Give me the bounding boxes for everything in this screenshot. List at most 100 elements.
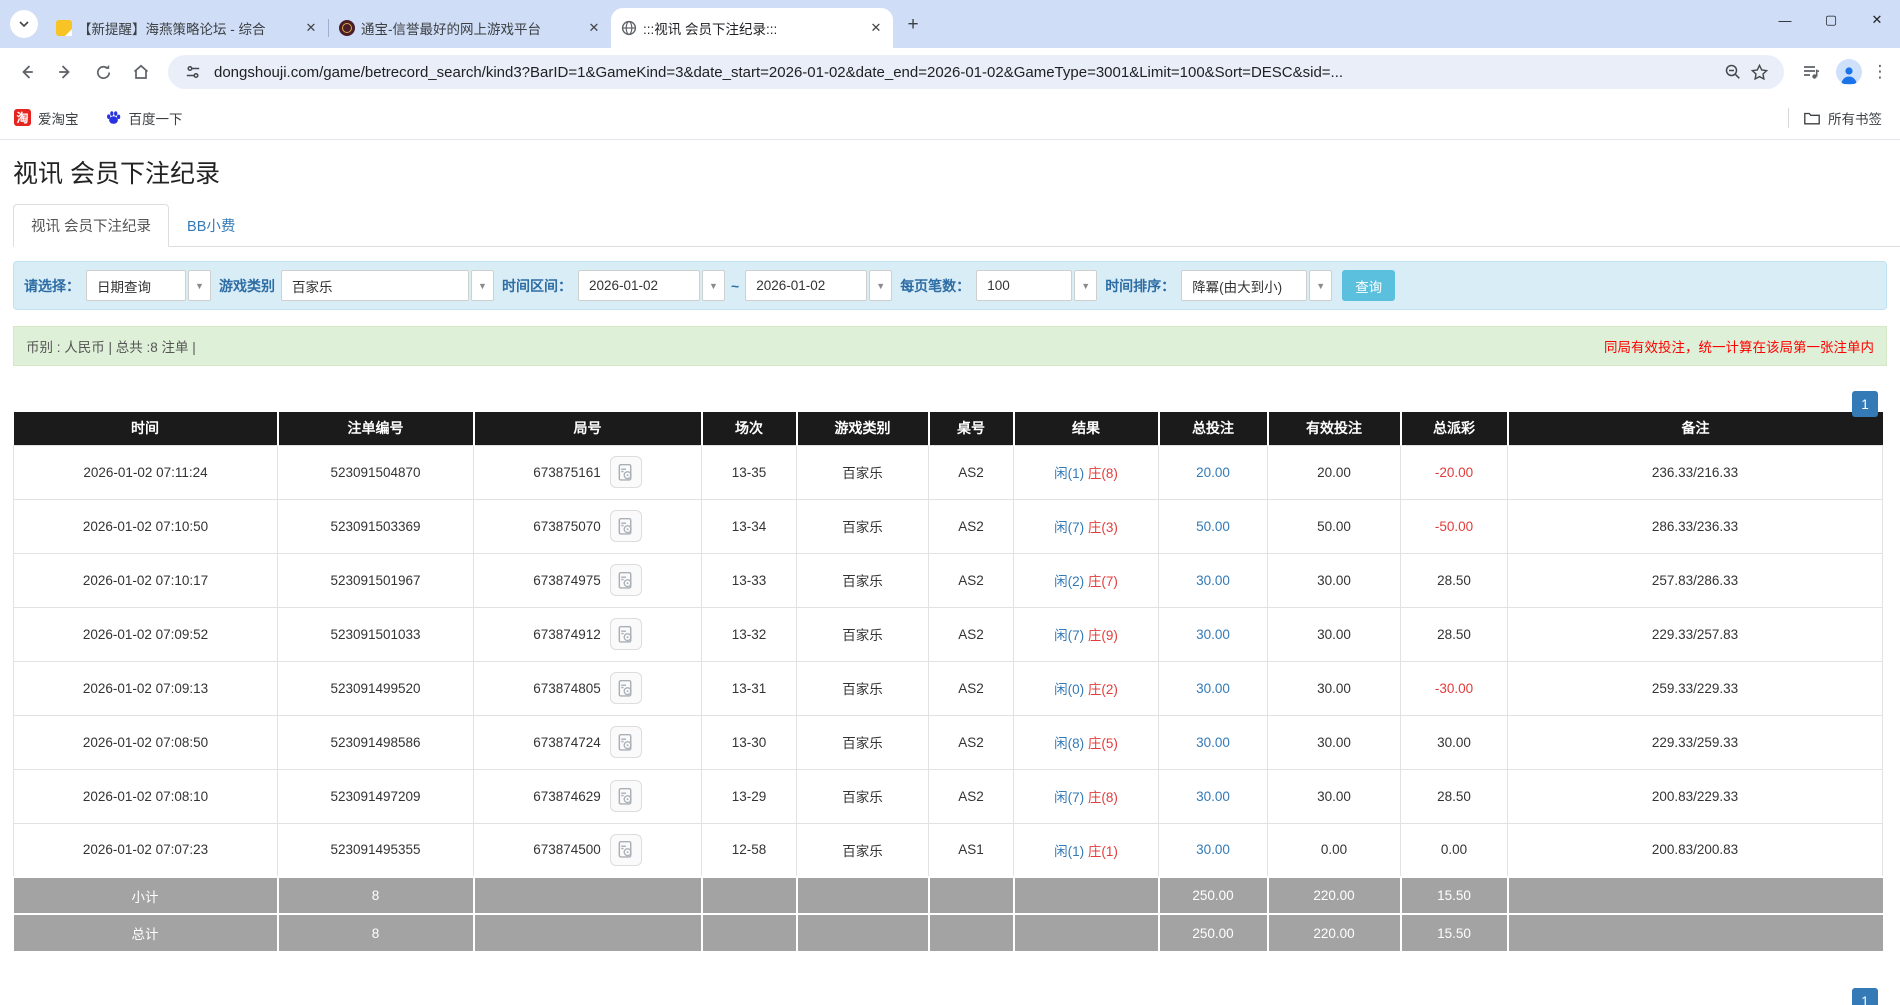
result-player: 闲(1) <box>1054 844 1084 859</box>
cell-total-bet[interactable]: 50.00 <box>1159 499 1268 553</box>
table-header-row: 时间注单编号局号场次游戏类别桌号结果总投注有效投注总派彩备注 <box>14 412 1883 445</box>
cell-total-bet[interactable]: 30.00 <box>1159 823 1268 877</box>
summary-total-bet: 250.00 <box>1159 877 1268 914</box>
bookmark-star-icon[interactable] <box>1746 59 1772 85</box>
column-header: 时间 <box>14 412 278 445</box>
cell-table-no: AS2 <box>929 553 1014 607</box>
video-replay-button[interactable] <box>610 618 642 650</box>
per-page-value[interactable]: 100 <box>976 270 1072 301</box>
dropdown-arrow-icon[interactable]: ▼ <box>188 270 211 301</box>
cell-total-bet[interactable]: 30.00 <box>1159 769 1268 823</box>
video-replay-button[interactable] <box>610 456 642 488</box>
table-row: 2026-01-02 07:09:52523091501033673874912… <box>14 607 1883 661</box>
tab-close-icon[interactable]: ✕ <box>867 19 885 37</box>
cell-valid-bet: 30.00 <box>1268 661 1401 715</box>
cell-table-no: AS2 <box>929 499 1014 553</box>
video-replay-button[interactable] <box>610 564 642 596</box>
minimize-button[interactable]: — <box>1762 0 1808 40</box>
bookmark-baidu[interactable]: 百度一下 <box>105 108 183 128</box>
site-settings-icon[interactable] <box>180 59 206 85</box>
date-end-select[interactable]: 2026-01-02 ▼ <box>745 270 892 301</box>
cell-valid-bet: 0.00 <box>1268 823 1401 877</box>
tab-title: 【新提醒】海燕策略论坛 - 综合 <box>78 18 296 38</box>
column-header: 桌号 <box>929 412 1014 445</box>
tab-close-icon[interactable]: ✕ <box>302 19 320 37</box>
game-type-select[interactable]: 百家乐 ▼ <box>281 270 494 301</box>
tab-close-icon[interactable]: ✕ <box>585 19 603 37</box>
home-button[interactable] <box>124 55 158 89</box>
tab-bet-records[interactable]: 视讯 会员下注纪录 <box>13 204 169 247</box>
column-header: 结果 <box>1014 412 1159 445</box>
total-row: 总计8250.00220.0015.50 <box>14 914 1883 951</box>
browser-tab-2[interactable]: 通宝-信誉最好的网上游戏平台 ✕ <box>329 8 611 48</box>
reload-button[interactable] <box>86 55 120 89</box>
dropdown-arrow-icon[interactable]: ▼ <box>1309 270 1332 301</box>
video-replay-button[interactable] <box>610 672 642 704</box>
game-type-value[interactable]: 百家乐 <box>281 270 469 301</box>
media-controls-button[interactable] <box>1794 55 1828 89</box>
back-button[interactable] <box>10 55 44 89</box>
close-button[interactable]: ✕ <box>1854 0 1900 40</box>
result-player: 闲(8) <box>1054 736 1084 751</box>
video-replay-button[interactable] <box>610 780 642 812</box>
page-1-button[interactable]: 1 <box>1852 391 1878 417</box>
cell-total-bet[interactable]: 30.00 <box>1159 553 1268 607</box>
summary-total-bet: 250.00 <box>1159 914 1268 951</box>
date-end-value[interactable]: 2026-01-02 <box>745 270 867 301</box>
new-tab-button[interactable]: + <box>899 11 927 39</box>
tab1-favicon-icon <box>56 20 72 36</box>
all-bookmarks-button[interactable]: 所有书签 <box>1803 108 1882 128</box>
query-type-value[interactable]: 日期查询 <box>86 270 186 301</box>
bookmarks-bar: 淘 爱淘宝 百度一下 所有书签 <box>0 96 1900 140</box>
bookmark-taobao[interactable]: 淘 爱淘宝 <box>14 108 79 128</box>
browser-tab-active[interactable]: :::视讯 会员下注纪录::: ✕ <box>611 8 893 48</box>
cell-total-bet[interactable]: 30.00 <box>1159 661 1268 715</box>
profile-avatar[interactable] <box>1836 59 1862 85</box>
zoom-out-icon[interactable] <box>1720 59 1746 85</box>
cell-total-bet[interactable]: 20.00 <box>1159 445 1268 499</box>
maximize-button[interactable]: ▢ <box>1808 0 1854 40</box>
browser-tab-1[interactable]: 【新提醒】海燕策略论坛 - 综合 ✕ <box>46 8 328 48</box>
query-type-select[interactable]: 日期查询 ▼ <box>86 270 211 301</box>
dropdown-arrow-icon[interactable]: ▼ <box>702 270 725 301</box>
sort-value[interactable]: 降冪(由大到小) <box>1181 270 1307 301</box>
table-row: 2026-01-02 07:07:23523091495355673874500… <box>14 823 1883 877</box>
menu-kebab-icon[interactable]: ⋮ <box>1868 62 1892 82</box>
video-replay-button[interactable] <box>610 510 642 542</box>
dropdown-arrow-icon[interactable]: ▼ <box>869 270 892 301</box>
video-record-icon <box>616 787 635 806</box>
cell-total-bet[interactable]: 30.00 <box>1159 715 1268 769</box>
home-icon <box>131 62 151 82</box>
video-replay-button[interactable] <box>610 726 642 758</box>
per-page-select[interactable]: 100 ▼ <box>976 270 1097 301</box>
cell-total-bet[interactable]: 30.00 <box>1159 607 1268 661</box>
cell-table-no: AS2 <box>929 715 1014 769</box>
cell-game-type: 百家乐 <box>797 715 929 769</box>
cell-session: 13-33 <box>702 553 797 607</box>
search-button[interactable]: 查询 <box>1342 270 1395 301</box>
date-range-label: 时间区间： <box>502 276 572 296</box>
dropdown-arrow-icon[interactable]: ▼ <box>1074 270 1097 301</box>
url-bar[interactable]: dongshouji.com/game/betrecord_search/kin… <box>168 55 1784 89</box>
video-replay-button[interactable] <box>610 834 642 866</box>
forward-button[interactable] <box>48 55 82 89</box>
cell-valid-bet: 30.00 <box>1268 553 1401 607</box>
date-start-value[interactable]: 2026-01-02 <box>578 270 700 301</box>
date-start-select[interactable]: 2026-01-02 ▼ <box>578 270 725 301</box>
cell-valid-bet: 30.00 <box>1268 769 1401 823</box>
cell-time: 2026-01-02 07:08:50 <box>14 715 278 769</box>
cell-session: 13-31 <box>702 661 797 715</box>
summary-session <box>702 877 797 914</box>
sort-select[interactable]: 降冪(由大到小) ▼ <box>1181 270 1332 301</box>
url-text[interactable]: dongshouji.com/game/betrecord_search/kin… <box>214 64 1712 81</box>
table-row: 2026-01-02 07:08:50523091498586673874724… <box>14 715 1883 769</box>
column-header: 局号 <box>474 412 702 445</box>
cell-result: 闲(1) 庄(1) <box>1014 823 1159 877</box>
tab-bb-tips[interactable]: BB小费 <box>169 204 253 247</box>
dropdown-arrow-icon[interactable]: ▼ <box>471 270 494 301</box>
game-type-label: 游戏类别 <box>219 276 275 296</box>
page-1-button-bottom[interactable]: 1 <box>1852 988 1878 1005</box>
cell-note: 229.33/259.33 <box>1508 715 1883 769</box>
subtotal-row: 小计8250.00220.0015.50 <box>14 877 1883 914</box>
tab-search-button[interactable] <box>10 10 38 38</box>
